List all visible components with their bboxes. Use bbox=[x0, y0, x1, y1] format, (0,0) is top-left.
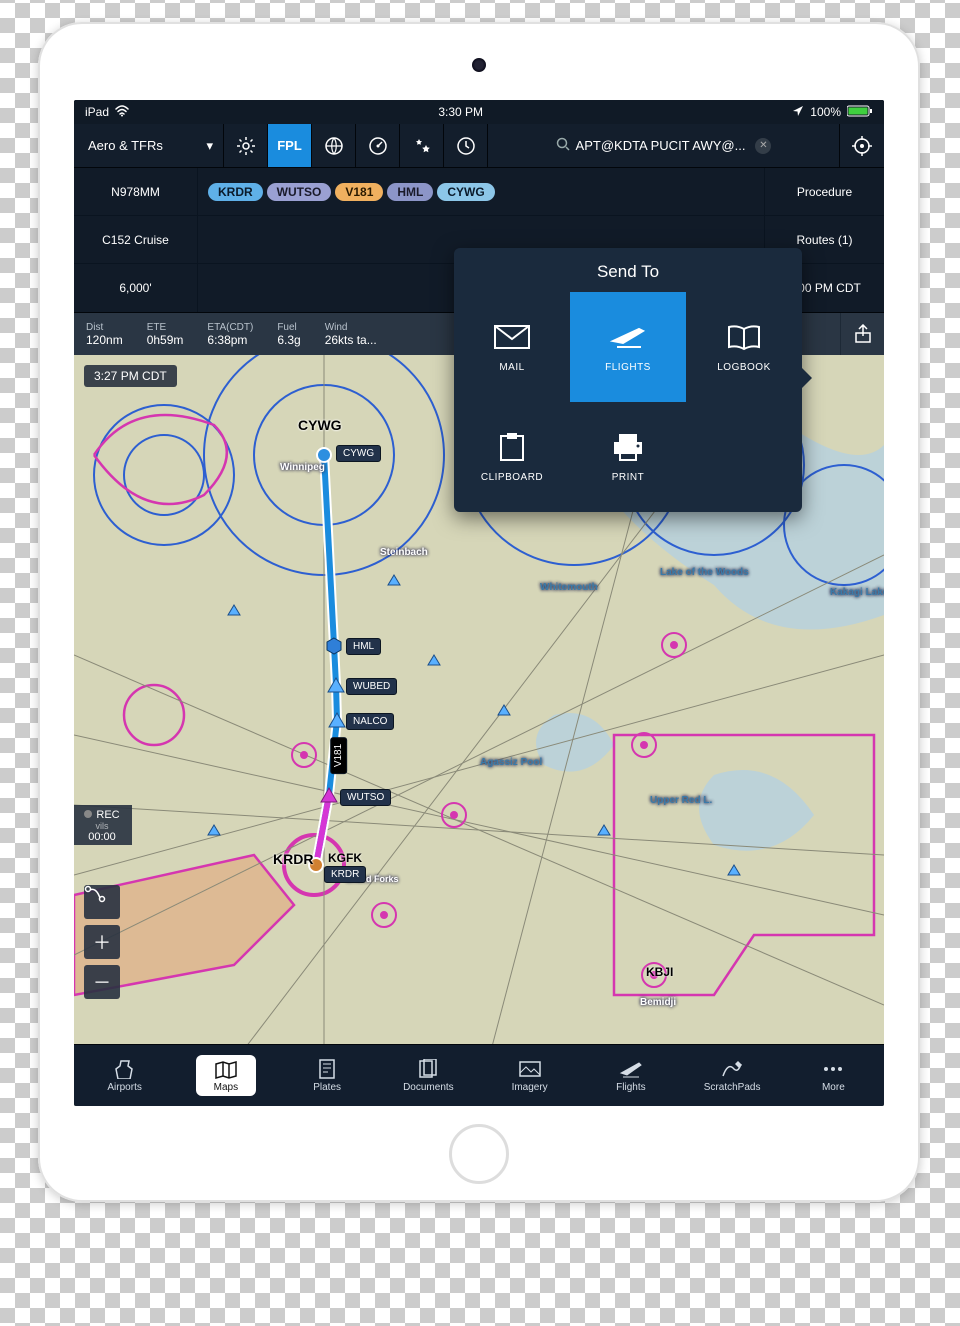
wp-kgfk: KGFK bbox=[322, 849, 368, 867]
ipad-frame: iPad 3:30 PM 100% Aero & TFRs ▾ bbox=[38, 22, 920, 1202]
city-winnipeg: Winnipeg bbox=[274, 460, 331, 475]
metric: ETE0h59m bbox=[135, 318, 196, 351]
book-icon bbox=[725, 322, 763, 352]
device-label: iPad bbox=[85, 105, 109, 119]
wp-wutso[interactable]: WUTSO bbox=[340, 789, 391, 806]
profile-button[interactable]: C152 Cruise bbox=[74, 216, 198, 263]
procedure-button[interactable]: Procedure bbox=[764, 168, 884, 215]
map-icon bbox=[214, 1060, 238, 1080]
route-search[interactable]: APT@KDTA PUCIT AWY@... ✕ bbox=[488, 124, 840, 167]
bottom-tabbar: Airports Maps Plates Documents Imagery F… bbox=[74, 1044, 884, 1106]
map-timestamp: 3:27 PM CDT bbox=[84, 365, 177, 387]
sendto-print[interactable]: PRINT bbox=[570, 402, 686, 512]
top-toolbar: Aero & TFRs ▾ FPL AP bbox=[74, 124, 884, 168]
gauge-button[interactable] bbox=[356, 124, 400, 167]
imagery-icon bbox=[518, 1059, 542, 1079]
share-button[interactable] bbox=[840, 313, 884, 355]
clear-search-icon[interactable]: ✕ bbox=[755, 138, 771, 154]
globe-button[interactable] bbox=[312, 124, 356, 167]
tab-scratchpads[interactable]: ScratchPads bbox=[682, 1045, 783, 1106]
wp-kbji: KBJI bbox=[640, 963, 679, 981]
layer-picker[interactable]: Aero & TFRs ▾ bbox=[74, 124, 224, 167]
tab-more[interactable]: More bbox=[783, 1045, 884, 1106]
docs-icon bbox=[416, 1059, 440, 1079]
wp-krdr[interactable]: KRDR bbox=[324, 866, 366, 883]
layer-label: Aero & TFRs bbox=[88, 138, 163, 153]
print-icon bbox=[609, 432, 647, 462]
zoom-out-button[interactable]: － bbox=[84, 965, 120, 999]
waypoint-chip[interactable]: KRDR bbox=[208, 183, 263, 201]
tab-imagery[interactable]: Imagery bbox=[479, 1045, 580, 1106]
altitude-button[interactable]: 6,000' bbox=[74, 264, 198, 312]
wp-krdr-big: KRDR bbox=[267, 849, 319, 869]
waypoint-chip[interactable]: WUTSO bbox=[267, 183, 332, 201]
waypoint-chip[interactable]: HML bbox=[387, 183, 433, 201]
wp-wubed[interactable]: WUBED bbox=[346, 678, 397, 695]
stars-button[interactable] bbox=[400, 124, 444, 167]
mail-icon bbox=[493, 322, 531, 352]
tab-plates[interactable]: Plates bbox=[277, 1045, 378, 1106]
label-kakagi: Kakagi Lake bbox=[824, 585, 884, 600]
sendto-clipboard[interactable]: CLIPBOARD bbox=[454, 402, 570, 512]
tab-flights[interactable]: Flights bbox=[580, 1045, 681, 1106]
popover-arrow-icon bbox=[802, 368, 812, 388]
center-button[interactable] bbox=[840, 124, 884, 167]
fpl-button[interactable]: FPL bbox=[268, 124, 312, 167]
clipboard-icon bbox=[493, 432, 531, 462]
flights-icon bbox=[619, 1059, 643, 1079]
settings-button[interactable] bbox=[224, 124, 268, 167]
airway-v181[interactable]: V181 bbox=[330, 737, 347, 774]
label-agassiz: Agassiz Pool bbox=[474, 755, 548, 770]
search-text: APT@KDTA PUCIT AWY@... bbox=[576, 138, 746, 153]
tail-number[interactable]: N978MM bbox=[74, 168, 198, 215]
zoom-in-button[interactable]: ＋ bbox=[84, 925, 120, 959]
metric: Fuel6.3g bbox=[265, 318, 312, 351]
tab-maps[interactable]: Maps bbox=[175, 1045, 276, 1106]
city-bemidji: Bemidji bbox=[634, 995, 682, 1010]
label-whitemouth: Whitemouth bbox=[534, 580, 604, 595]
tab-airports[interactable]: Airports bbox=[74, 1045, 175, 1106]
sendto-mail[interactable]: MAIL bbox=[454, 292, 570, 402]
record-dot-icon bbox=[84, 810, 92, 818]
map-tool-column: ＋ － bbox=[84, 885, 120, 1005]
waypoint-chip[interactable]: V181 bbox=[335, 183, 383, 201]
chevron-down-icon: ▾ bbox=[206, 138, 213, 154]
label-lakewoods: Lake of the Woods bbox=[654, 565, 714, 580]
ipad-home-button[interactable] bbox=[449, 1124, 509, 1184]
history-button[interactable] bbox=[444, 124, 488, 167]
popover-title: Send To bbox=[454, 248, 802, 292]
city-steinbach: Steinbach bbox=[374, 545, 434, 560]
wp-hml[interactable]: HML bbox=[346, 638, 381, 655]
tower-icon bbox=[113, 1059, 137, 1079]
battery-icon bbox=[847, 105, 873, 120]
sendto-flights[interactable]: FLIGHTS bbox=[570, 292, 686, 402]
wp-cywg[interactable]: CYWG bbox=[336, 445, 381, 462]
ipad-camera bbox=[472, 58, 486, 72]
wifi-icon bbox=[115, 105, 129, 120]
metric: Dist120nm bbox=[74, 318, 135, 351]
status-bar: iPad 3:30 PM 100% bbox=[74, 100, 884, 124]
ruler-button[interactable] bbox=[84, 885, 120, 919]
wp-cywg-big: CYWG bbox=[292, 415, 348, 435]
wp-nalco[interactable]: NALCO bbox=[346, 713, 394, 730]
battery-pct: 100% bbox=[810, 105, 841, 119]
metric: ETA(CDT)6:38pm bbox=[195, 318, 265, 351]
record-timer: 00:00 bbox=[76, 831, 128, 843]
app-screen: iPad 3:30 PM 100% Aero & TFRs ▾ bbox=[74, 100, 884, 1106]
plates-icon bbox=[315, 1059, 339, 1079]
send-to-popover: Send To MAIL FLIGHTS LOGBOOK CLIPBOARD bbox=[454, 248, 802, 512]
label-upperred: Upper Red L. bbox=[644, 793, 718, 808]
sendto-logbook[interactable]: LOGBOOK bbox=[686, 292, 802, 402]
tab-documents[interactable]: Documents bbox=[378, 1045, 479, 1106]
scratch-icon bbox=[720, 1059, 744, 1079]
search-icon bbox=[556, 137, 570, 154]
clock: 3:30 PM bbox=[438, 105, 483, 119]
location-icon bbox=[792, 105, 804, 120]
plane-icon bbox=[609, 322, 647, 352]
waypoint-chip[interactable]: CYWG bbox=[437, 183, 494, 201]
record-widget[interactable]: REC vils 00:00 bbox=[74, 805, 132, 845]
more-icon bbox=[821, 1059, 845, 1079]
metric: Wind26kts ta... bbox=[313, 318, 389, 351]
waypoint-chips[interactable]: KRDRWUTSOV181HMLCYWG bbox=[198, 168, 764, 215]
